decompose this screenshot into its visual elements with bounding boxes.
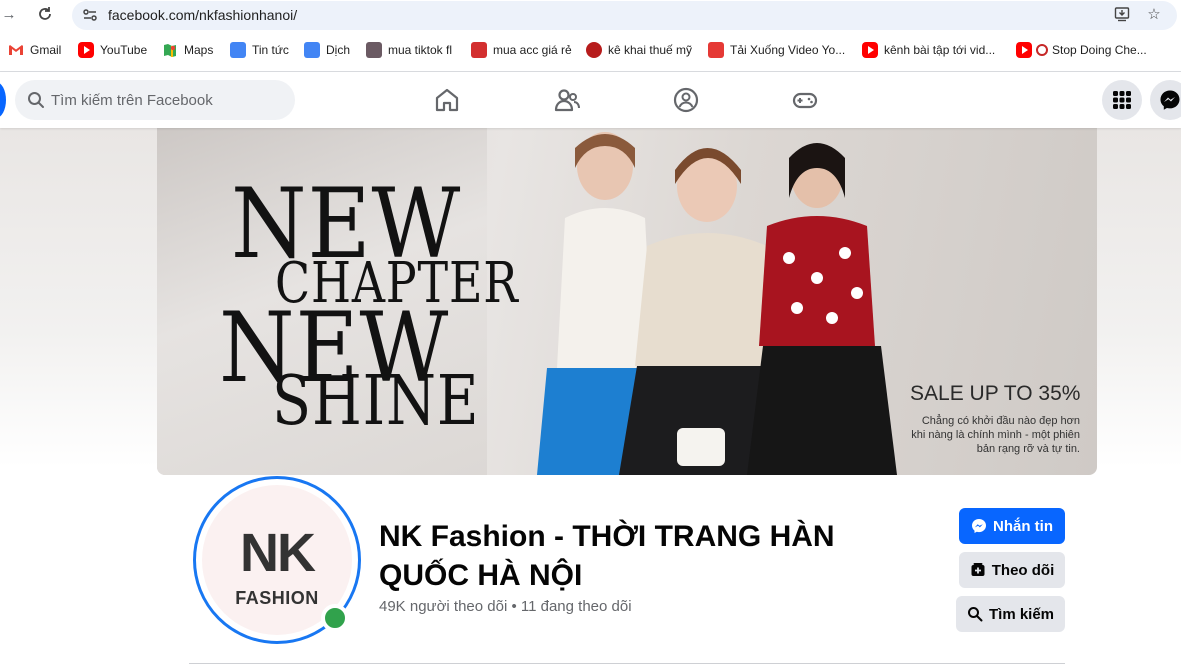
facebook-header [0, 72, 1181, 128]
bookmark-label: YouTube [100, 43, 148, 57]
online-status-dot [321, 604, 349, 632]
bookmark-download-video[interactable]: Tải Xuống Video Yo... [708, 40, 845, 60]
bookmark-exercise-channel[interactable]: kênh bài tập tới vid... [862, 40, 995, 60]
bookmark-tiktok[interactable]: mua tiktok fl [366, 40, 452, 60]
messenger-icon [1160, 90, 1180, 110]
youtube-icon [1016, 42, 1032, 58]
menu-button[interactable] [1102, 80, 1142, 120]
bookmark-label: Tải Xuống Video Yo... [730, 43, 846, 57]
bookmark-label: kê khai thuế mỹ [608, 43, 693, 57]
search-page-button-label: Tìm kiếm [988, 605, 1055, 623]
messenger-header-button[interactable] [1150, 80, 1181, 120]
profile-divider [189, 663, 1065, 664]
cover-headline-shine: SHINE [272, 362, 480, 441]
search-page-button[interactable]: Tìm kiếm [956, 596, 1065, 632]
prohibited-icon [1036, 44, 1048, 56]
bookmark-label: kênh bài tập tới vid... [884, 43, 996, 57]
install-app-icon[interactable] [1113, 6, 1131, 24]
bookmark-translate[interactable]: Dịch [304, 40, 350, 60]
reload-icon[interactable] [36, 6, 54, 24]
bookmarks-bar: Gmail YouTube Maps Tin tức Dịch mua tikt… [0, 38, 1181, 62]
url-text: facebook.com/nkfashionhanoi/ [108, 7, 298, 23]
bookmark-label: Gmail [30, 43, 62, 57]
bookmark-label: mua acc giá rẻ [493, 43, 572, 57]
models-illustration [537, 132, 897, 475]
bookmark-gmail[interactable]: Gmail [8, 40, 61, 60]
message-button-label: Nhắn tin [993, 517, 1053, 535]
bookmark-label: Maps [184, 43, 214, 57]
address-bar[interactable]: facebook.com/nkfashionhanoi/ ☆ [72, 1, 1177, 30]
sale-text: SALE UP TO 35% [910, 382, 1081, 405]
forward-icon[interactable]: → [0, 6, 18, 24]
bookmark-label: mua tiktok fl [388, 43, 453, 57]
news-icon [230, 42, 246, 58]
browser-address-row: → facebook.com/nkfashionhanoi/ ☆ [0, 0, 1181, 30]
page-title: NK Fashion - THỜI TRANG HÀN QUỐC HÀ NỘI [379, 520, 835, 592]
youtube-icon [862, 42, 878, 58]
follow-button-label: Theo dõi [991, 561, 1055, 579]
message-button[interactable]: Nhắn tin [959, 508, 1065, 544]
bookmark-tax[interactable]: kê khai thuế mỹ [586, 40, 692, 60]
bookmark-label: Tin tức [252, 43, 289, 57]
site-settings-icon[interactable] [82, 7, 98, 23]
bookmark-label: Dịch [326, 43, 351, 57]
grid-menu-icon [1113, 91, 1131, 109]
site-icon [586, 42, 602, 58]
bookmark-news[interactable]: Tin tức [230, 40, 289, 60]
facebook-search[interactable] [15, 80, 295, 120]
translate-icon [304, 42, 320, 58]
follow-icon [971, 563, 985, 576]
download-icon [708, 42, 724, 58]
search-icon [28, 92, 44, 108]
youtube-icon [78, 42, 94, 58]
follow-button[interactable]: Theo dõi [959, 552, 1065, 588]
bookmark-label: Stop Doing Che... [1052, 43, 1147, 57]
search-input[interactable] [51, 80, 287, 120]
friends-icon[interactable] [553, 86, 581, 114]
gaming-icon[interactable] [791, 86, 819, 114]
bookmark-star-icon[interactable]: ☆ [1145, 6, 1163, 24]
messenger-icon [972, 519, 986, 533]
bookmark-youtube[interactable]: YouTube [78, 40, 147, 60]
maps-icon [162, 42, 178, 58]
search-icon [967, 607, 983, 622]
facebook-logo-icon[interactable] [0, 82, 6, 118]
site-icon [471, 42, 487, 58]
bookmark-stop-doing[interactable]: Stop Doing Che... [1016, 40, 1147, 60]
logo-mark: NK [240, 523, 316, 583]
cover-photo[interactable]: NEW CHAPTER NEW SHINE SALE UP TO 35% Chẳ… [157, 128, 1097, 475]
bookmark-maps[interactable]: Maps [162, 40, 213, 60]
home-icon[interactable] [433, 86, 461, 114]
gmail-icon [8, 42, 24, 58]
follower-stats[interactable]: 49K người theo dõi • 11 đang theo dõi [379, 598, 632, 615]
groups-icon[interactable] [672, 86, 700, 114]
sale-description: Chẳng có khởi đầu nào đẹp hơn khi nàng l… [911, 415, 1080, 455]
bookmark-buy-account[interactable]: mua acc giá rẻ [471, 40, 572, 60]
site-icon [366, 42, 382, 58]
